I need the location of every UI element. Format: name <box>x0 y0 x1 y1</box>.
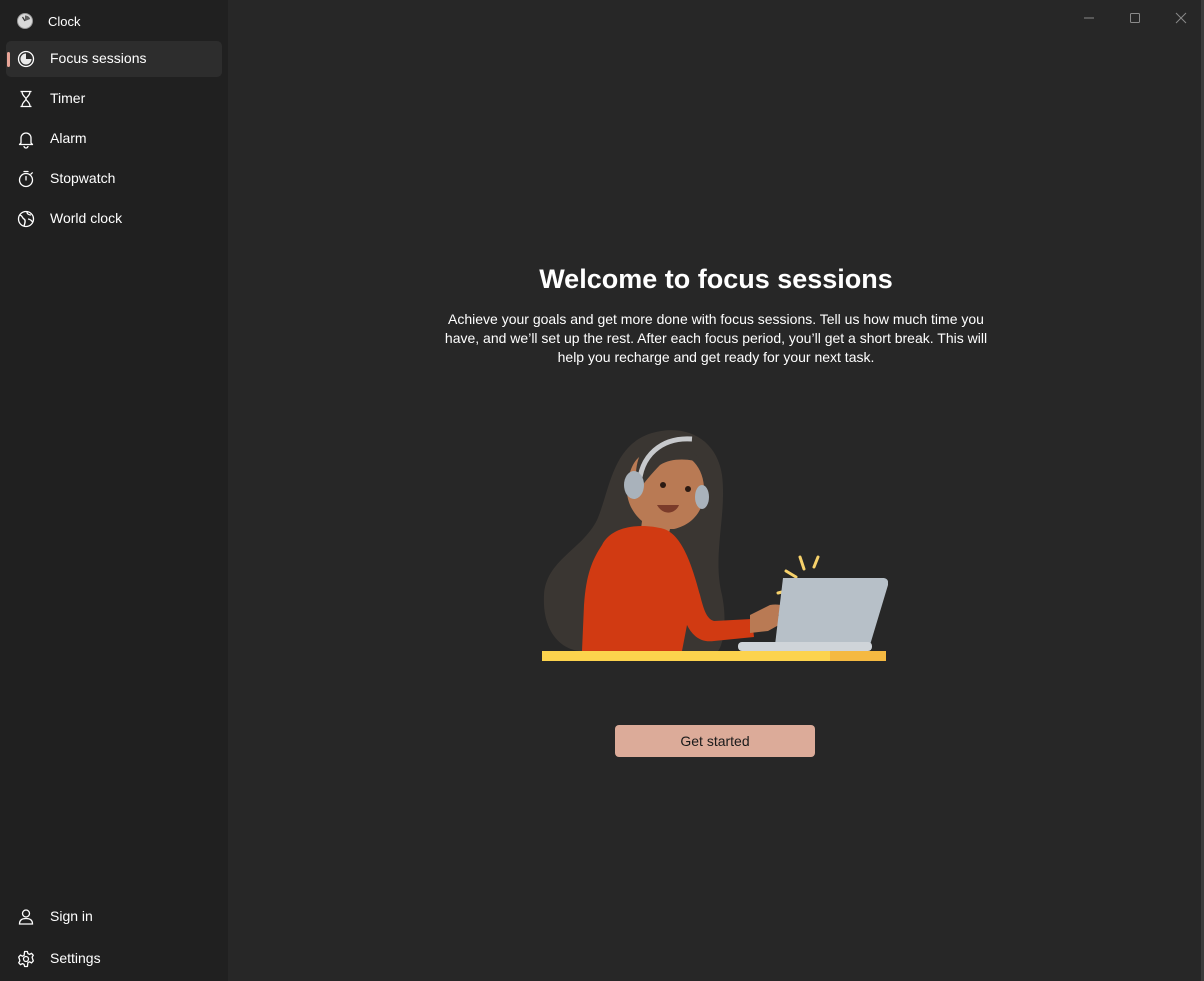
hourglass-icon <box>16 89 36 109</box>
page-title: Welcome to focus sessions <box>539 264 893 294</box>
app-title: Clock <box>48 13 81 29</box>
clock-app-icon <box>16 12 34 30</box>
app-title-bar: Clock <box>16 10 81 32</box>
get-started-button[interactable]: Get started <box>615 725 815 757</box>
sidebar-item-label: Alarm <box>50 130 87 146</box>
sidebar-item-label: Focus sessions <box>50 50 147 66</box>
focus-icon <box>16 49 36 69</box>
sidebar-item-world-clock[interactable]: World clock <box>6 201 222 237</box>
window-controls <box>1066 0 1204 36</box>
sidebar-item-alarm[interactable]: Alarm <box>6 121 222 157</box>
page-description: Achieve your goals and get more done wit… <box>444 311 988 365</box>
minimize-button[interactable] <box>1066 0 1112 36</box>
close-button[interactable] <box>1158 0 1204 36</box>
close-icon <box>1175 12 1187 24</box>
sidebar-item-label: Stopwatch <box>50 170 116 186</box>
sidebar-item-label: World clock <box>50 210 123 226</box>
minimize-icon <box>1084 17 1094 19</box>
sidebar-item-label: Sign in <box>50 908 93 924</box>
sidebar-item-focus-sessions[interactable]: Focus sessions <box>6 41 222 77</box>
maximize-button[interactable] <box>1112 0 1158 36</box>
sidebar: Clock Focus sessions Timer Alarm Stopwat… <box>0 0 228 981</box>
gear-icon <box>16 949 36 969</box>
person-icon <box>16 907 36 927</box>
sidebar-item-label: Settings <box>50 950 101 966</box>
focus-illustration <box>542 425 889 670</box>
sidebar-item-label: Timer <box>50 90 86 106</box>
sidebar-item-settings[interactable]: Settings <box>6 941 222 977</box>
sidebar-item-timer[interactable]: Timer <box>6 81 222 117</box>
sidebar-item-stopwatch[interactable]: Stopwatch <box>6 161 222 197</box>
bell-icon <box>16 129 36 149</box>
clock-window: Clock Focus sessions Timer Alarm Stopwat… <box>0 0 1204 981</box>
globe-icon <box>16 209 36 229</box>
main-content: Welcome to focus sessions Achieve your g… <box>228 0 1204 981</box>
sidebar-item-sign-in[interactable]: Sign in <box>6 899 222 935</box>
selection-indicator <box>7 52 10 67</box>
stopwatch-icon <box>16 169 36 189</box>
maximize-icon <box>1130 13 1140 23</box>
